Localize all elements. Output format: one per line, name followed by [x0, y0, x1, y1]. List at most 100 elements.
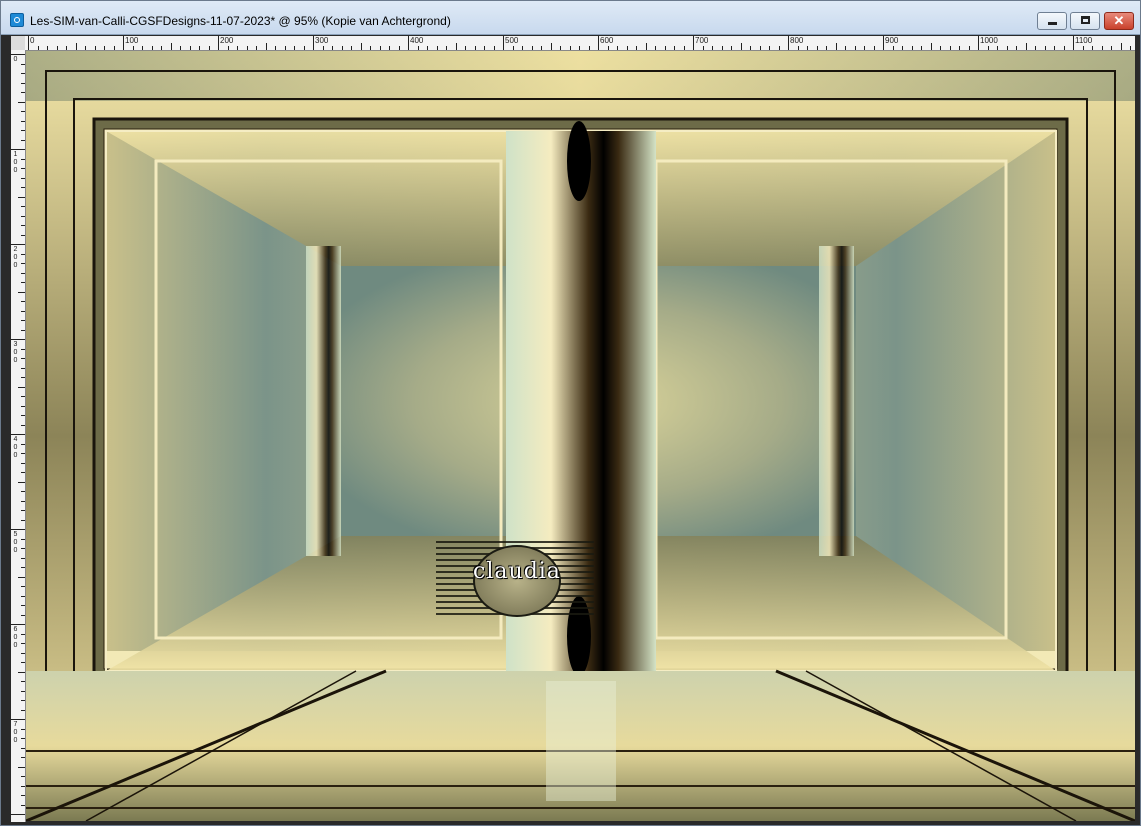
ruler-tick [313, 36, 314, 50]
watermark-logo: claudia [436, 541, 594, 619]
ruler-tick [807, 46, 808, 50]
ruler-tick [969, 46, 970, 50]
ruler-tick [1054, 46, 1055, 50]
minimize-button[interactable] [1037, 12, 1067, 30]
ruler-tick [627, 46, 628, 50]
ruler-tick [21, 463, 25, 464]
ruler-tick [21, 596, 25, 597]
ruler-tick [380, 46, 381, 50]
ruler-tick [123, 36, 124, 50]
ruler-label: 300 [315, 36, 329, 45]
ruler-tick [21, 121, 25, 122]
ruler-label: 500 [13, 531, 18, 554]
ruler-tick [18, 102, 25, 103]
ruler-tick [874, 46, 875, 50]
ruler-tick [21, 216, 25, 217]
ruler-tick [475, 46, 476, 50]
ruler-tick [779, 46, 780, 50]
ruler-tick [21, 301, 25, 302]
maximize-button[interactable] [1070, 12, 1100, 30]
ruler-tick [788, 36, 789, 50]
ruler-tick [636, 46, 637, 50]
ruler-tick [1083, 46, 1084, 50]
ruler-tick [21, 273, 25, 274]
ruler-tick [940, 46, 941, 50]
maximize-icon [1081, 16, 1090, 24]
ruler-tick [427, 46, 428, 50]
close-button[interactable]: ✕ [1104, 12, 1134, 30]
ruler-tick [902, 46, 903, 50]
ruler-tick [912, 46, 913, 50]
ruler-tick [750, 46, 751, 50]
ruler-tick [21, 178, 25, 179]
ruler-tick [133, 46, 134, 50]
ruler-tick [21, 282, 25, 283]
ruler-tick [21, 491, 25, 492]
ruler-tick [21, 159, 25, 160]
ruler-tick [978, 36, 979, 50]
ruler-tick [1130, 46, 1131, 50]
window-titlebar[interactable]: Les-SIM-van-Calli-CGSFDesigns-11-07-2023… [1, 1, 1140, 35]
ruler-tick [38, 46, 39, 50]
ruler-tick [21, 368, 25, 369]
ruler-tick [541, 46, 542, 50]
ruler-tick [21, 520, 25, 521]
ruler-tick [931, 43, 932, 50]
ruler-tick [247, 46, 248, 50]
ruler-tick [893, 46, 894, 50]
ruler-tick [598, 36, 599, 50]
ruler-tick [18, 672, 25, 673]
ruler-tick [21, 330, 25, 331]
ruler-tick [18, 387, 25, 388]
ruler-tick [21, 643, 25, 644]
ruler-tick [21, 415, 25, 416]
ruler-tick [21, 748, 25, 749]
ruler-tick [161, 46, 162, 50]
ruler-tick [1026, 43, 1027, 50]
ruler-tick [845, 46, 846, 50]
ruler-tick [665, 46, 666, 50]
ruler-tick [142, 46, 143, 50]
ruler-tick [18, 767, 25, 768]
image-canvas[interactable]: claudia [26, 51, 1135, 821]
ruler-tick [437, 46, 438, 50]
ruler-tick [351, 46, 352, 50]
ruler-tick [1064, 46, 1065, 50]
ruler-tick [21, 548, 25, 549]
ruler-tick [21, 206, 25, 207]
ruler-tick [11, 339, 25, 340]
ruler-tick [418, 46, 419, 50]
ruler-tick [21, 444, 25, 445]
ruler-tick [11, 719, 25, 720]
ruler-tick [1073, 36, 1074, 50]
ruler-tick [21, 558, 25, 559]
ruler-tick [674, 46, 675, 50]
ruler-corner [11, 36, 25, 50]
image-window: Les-SIM-van-Calli-CGSFDesigns-11-07-2023… [0, 0, 1141, 826]
ruler-tick [883, 36, 884, 50]
ruler-label: 600 [600, 36, 614, 45]
ruler-tick [446, 46, 447, 50]
ruler-tick [266, 43, 267, 50]
ruler-tick [731, 46, 732, 50]
ruler-label: 200 [220, 36, 234, 45]
ruler-tick [21, 111, 25, 112]
vertical-ruler[interactable]: 0 100 200 300 400 500 600 700 [11, 50, 26, 822]
ruler-tick [66, 46, 67, 50]
ruler-tick [256, 46, 257, 50]
ruler-label: 100 [125, 36, 139, 45]
horizontal-ruler[interactable]: 0 100 200 300 400 500 600 700 800 900 1000 1100 [25, 36, 1135, 51]
ruler-tick [21, 92, 25, 93]
ruler-tick [21, 187, 25, 188]
ruler-tick [85, 46, 86, 50]
ruler-tick [532, 46, 533, 50]
ruler-tick [21, 795, 25, 796]
ruler-tick [21, 225, 25, 226]
ruler-tick [11, 244, 25, 245]
ruler-tick [18, 577, 25, 578]
ruler-tick [21, 681, 25, 682]
ruler-tick [21, 320, 25, 321]
ruler-tick [1121, 43, 1122, 50]
ruler-tick [11, 149, 25, 150]
ruler-label: 700 [13, 721, 18, 744]
